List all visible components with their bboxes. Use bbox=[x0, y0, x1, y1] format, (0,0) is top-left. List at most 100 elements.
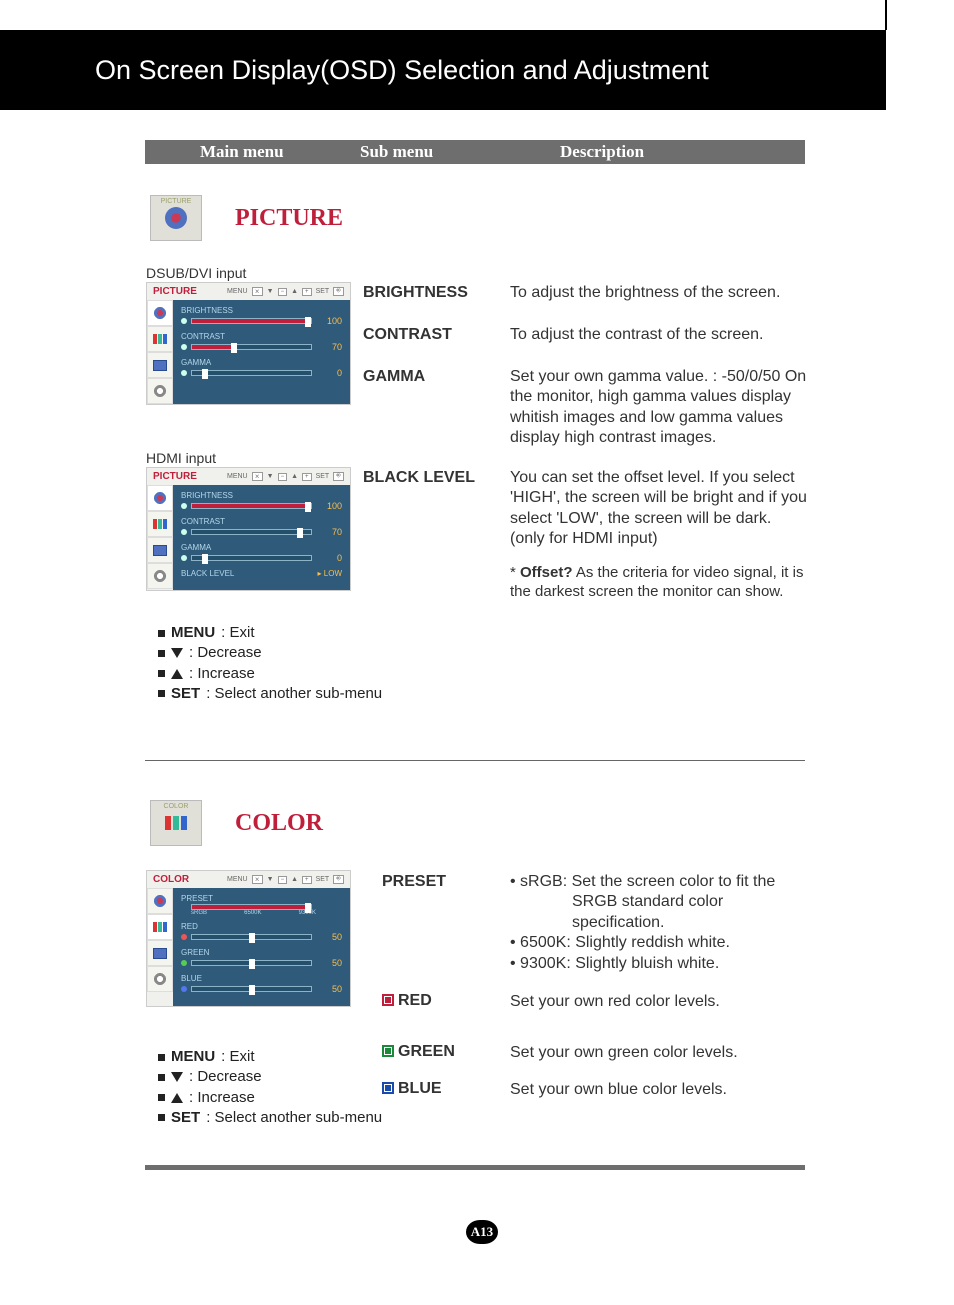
osd-set-label: SET bbox=[316, 473, 330, 480]
key-icon: − bbox=[278, 473, 288, 481]
osd-tab-column bbox=[147, 888, 173, 1006]
sub-gamma: GAMMA bbox=[363, 368, 425, 386]
desc-contrast: To adjust the contrast of the screen. bbox=[510, 325, 810, 345]
page-number-badge: A13 bbox=[466, 1220, 498, 1244]
key-icon: ⎆ bbox=[333, 875, 344, 884]
red-dot-icon bbox=[181, 934, 187, 940]
bullet-icon bbox=[158, 690, 165, 697]
desc-brightness: To adjust the brightness of the screen. bbox=[510, 283, 810, 303]
slider-label: GAMMA bbox=[181, 358, 342, 367]
footer-rule bbox=[145, 1165, 805, 1170]
osd-header: PICTURE MENU⨯ ▼− ▲+ SET⎆ bbox=[147, 283, 350, 300]
slider-label: BRIGHTNESS bbox=[181, 306, 342, 315]
sub-green-label: GREEN bbox=[398, 1043, 455, 1060]
gear-icon bbox=[153, 306, 167, 320]
gear-icon bbox=[153, 894, 167, 908]
color-icon-caption: COLOR bbox=[164, 803, 189, 810]
bars-icon bbox=[165, 816, 187, 830]
slider-value: 50 bbox=[316, 984, 342, 994]
page-number: A13 bbox=[471, 1224, 493, 1240]
blue-slider bbox=[191, 986, 312, 992]
osd-tab-color bbox=[147, 914, 173, 940]
triangle-up-icon: ▲ bbox=[291, 473, 298, 480]
bullet-icon bbox=[158, 670, 165, 677]
desc-red: Set your own red color levels. bbox=[510, 992, 810, 1012]
col-sub-header: Sub menu bbox=[360, 142, 433, 162]
legend-up-desc: : Increase bbox=[189, 1088, 255, 1108]
col-main-header: Main menu bbox=[200, 142, 284, 162]
sub-brightness: BRIGHTNESS bbox=[363, 284, 468, 302]
osd-tab-color bbox=[147, 511, 173, 537]
slider-label: RED bbox=[181, 922, 342, 931]
legend-menu: MENU bbox=[171, 623, 215, 643]
preset-tick: 6500K bbox=[244, 910, 261, 916]
preset-slider bbox=[191, 904, 312, 910]
sub-blue: BLUE bbox=[382, 1080, 442, 1098]
triangle-down-icon: ▼ bbox=[267, 473, 274, 480]
osd-tab-screen bbox=[147, 352, 173, 378]
slider-value: 0 bbox=[316, 553, 342, 563]
slider-value: 50 bbox=[316, 932, 342, 942]
col-desc-header: Description bbox=[560, 142, 644, 162]
page-title-bar: On Screen Display(OSD) Selection and Adj… bbox=[0, 30, 886, 110]
sub-black-level: BLACK LEVEL bbox=[363, 469, 475, 487]
legend-down-desc: : Decrease bbox=[189, 1067, 262, 1087]
triangle-down-icon: ▼ bbox=[267, 288, 274, 295]
divider bbox=[145, 760, 805, 761]
hdmi-caption: HDMI input bbox=[146, 450, 216, 466]
bullet-icon bbox=[158, 1094, 165, 1101]
osd-header-buttons: MENU⨯ ▼− ▲+ SET⎆ bbox=[227, 287, 344, 296]
slider-value: 50 bbox=[316, 958, 342, 968]
desc-line: 9300K: Slightly bluish white. bbox=[510, 955, 719, 972]
desc-line: sRGB: Set the screen color to fit the bbox=[510, 873, 775, 890]
sub-red-label: RED bbox=[398, 992, 432, 1009]
desc-blue: Set your own blue color levels. bbox=[510, 1080, 810, 1100]
blue-chip-icon bbox=[382, 1082, 394, 1094]
color-section-title: COLOR bbox=[235, 810, 323, 837]
osd-header-buttons: MENU⨯ ▼− ▲+ SET⎆ bbox=[227, 472, 344, 481]
slider-label: CONTRAST bbox=[181, 332, 342, 341]
dsub-caption: DSUB/DVI input bbox=[146, 265, 246, 281]
color-section-icon: COLOR bbox=[150, 800, 202, 846]
red-chip-icon bbox=[382, 994, 394, 1006]
desc-line: 6500K: Slightly reddish white. bbox=[510, 934, 730, 951]
osd-tab-screen bbox=[147, 940, 173, 966]
legend-set: SET bbox=[171, 1108, 200, 1128]
key-icon: ⎆ bbox=[333, 287, 344, 296]
sun-icon bbox=[181, 503, 187, 509]
osd-menu-label: MENU bbox=[227, 288, 248, 295]
osd-menu-label: MENU bbox=[227, 876, 248, 883]
osd-header: PICTURE MENU⨯ ▼− ▲+ SET⎆ bbox=[147, 468, 350, 485]
picture-section-title: PICTURE bbox=[235, 205, 343, 232]
gear-icon bbox=[153, 491, 167, 505]
gamma-slider bbox=[191, 555, 312, 561]
desc-offset-note: * Offset? As the criteria for video sign… bbox=[510, 563, 810, 601]
cog-icon bbox=[153, 972, 167, 986]
osd-set-label: SET bbox=[316, 288, 330, 295]
slider-label: BLUE bbox=[181, 974, 342, 983]
osd-main-panel: BRIGHTNESS 100 CONTRAST 70 GAMMA 0 bbox=[173, 485, 350, 590]
page-title: On Screen Display(OSD) Selection and Adj… bbox=[95, 55, 709, 86]
legend-up-desc: : Increase bbox=[189, 664, 255, 684]
osd-set-label: SET bbox=[316, 876, 330, 883]
triangle-up-icon bbox=[171, 1093, 183, 1103]
legend-set-desc: : Select another sub-menu bbox=[206, 684, 382, 704]
legend-menu-desc: : Exit bbox=[221, 1047, 254, 1067]
gear-icon bbox=[165, 207, 187, 229]
brightness-slider bbox=[191, 318, 312, 324]
bullet-icon bbox=[158, 1114, 165, 1121]
bullet-icon bbox=[158, 1074, 165, 1081]
note-bold: Offset? bbox=[520, 564, 573, 581]
triangle-down-icon: ▼ bbox=[267, 876, 274, 883]
osd-menu-label: MENU bbox=[227, 473, 248, 480]
osd-tab-column bbox=[147, 300, 173, 404]
osd-picture-hdmi: PICTURE MENU⨯ ▼− ▲+ SET⎆ BRIGHTNESS 100 … bbox=[146, 467, 351, 591]
bars-icon bbox=[153, 334, 167, 344]
black-level-label: BLACK LEVEL bbox=[181, 569, 234, 578]
bars-icon bbox=[153, 519, 167, 529]
green-dot-icon bbox=[181, 960, 187, 966]
osd-tab-color bbox=[147, 326, 173, 352]
slider-label: GREEN bbox=[181, 948, 342, 957]
legend-down-desc: : Decrease bbox=[189, 643, 262, 663]
cog-icon bbox=[153, 384, 167, 398]
